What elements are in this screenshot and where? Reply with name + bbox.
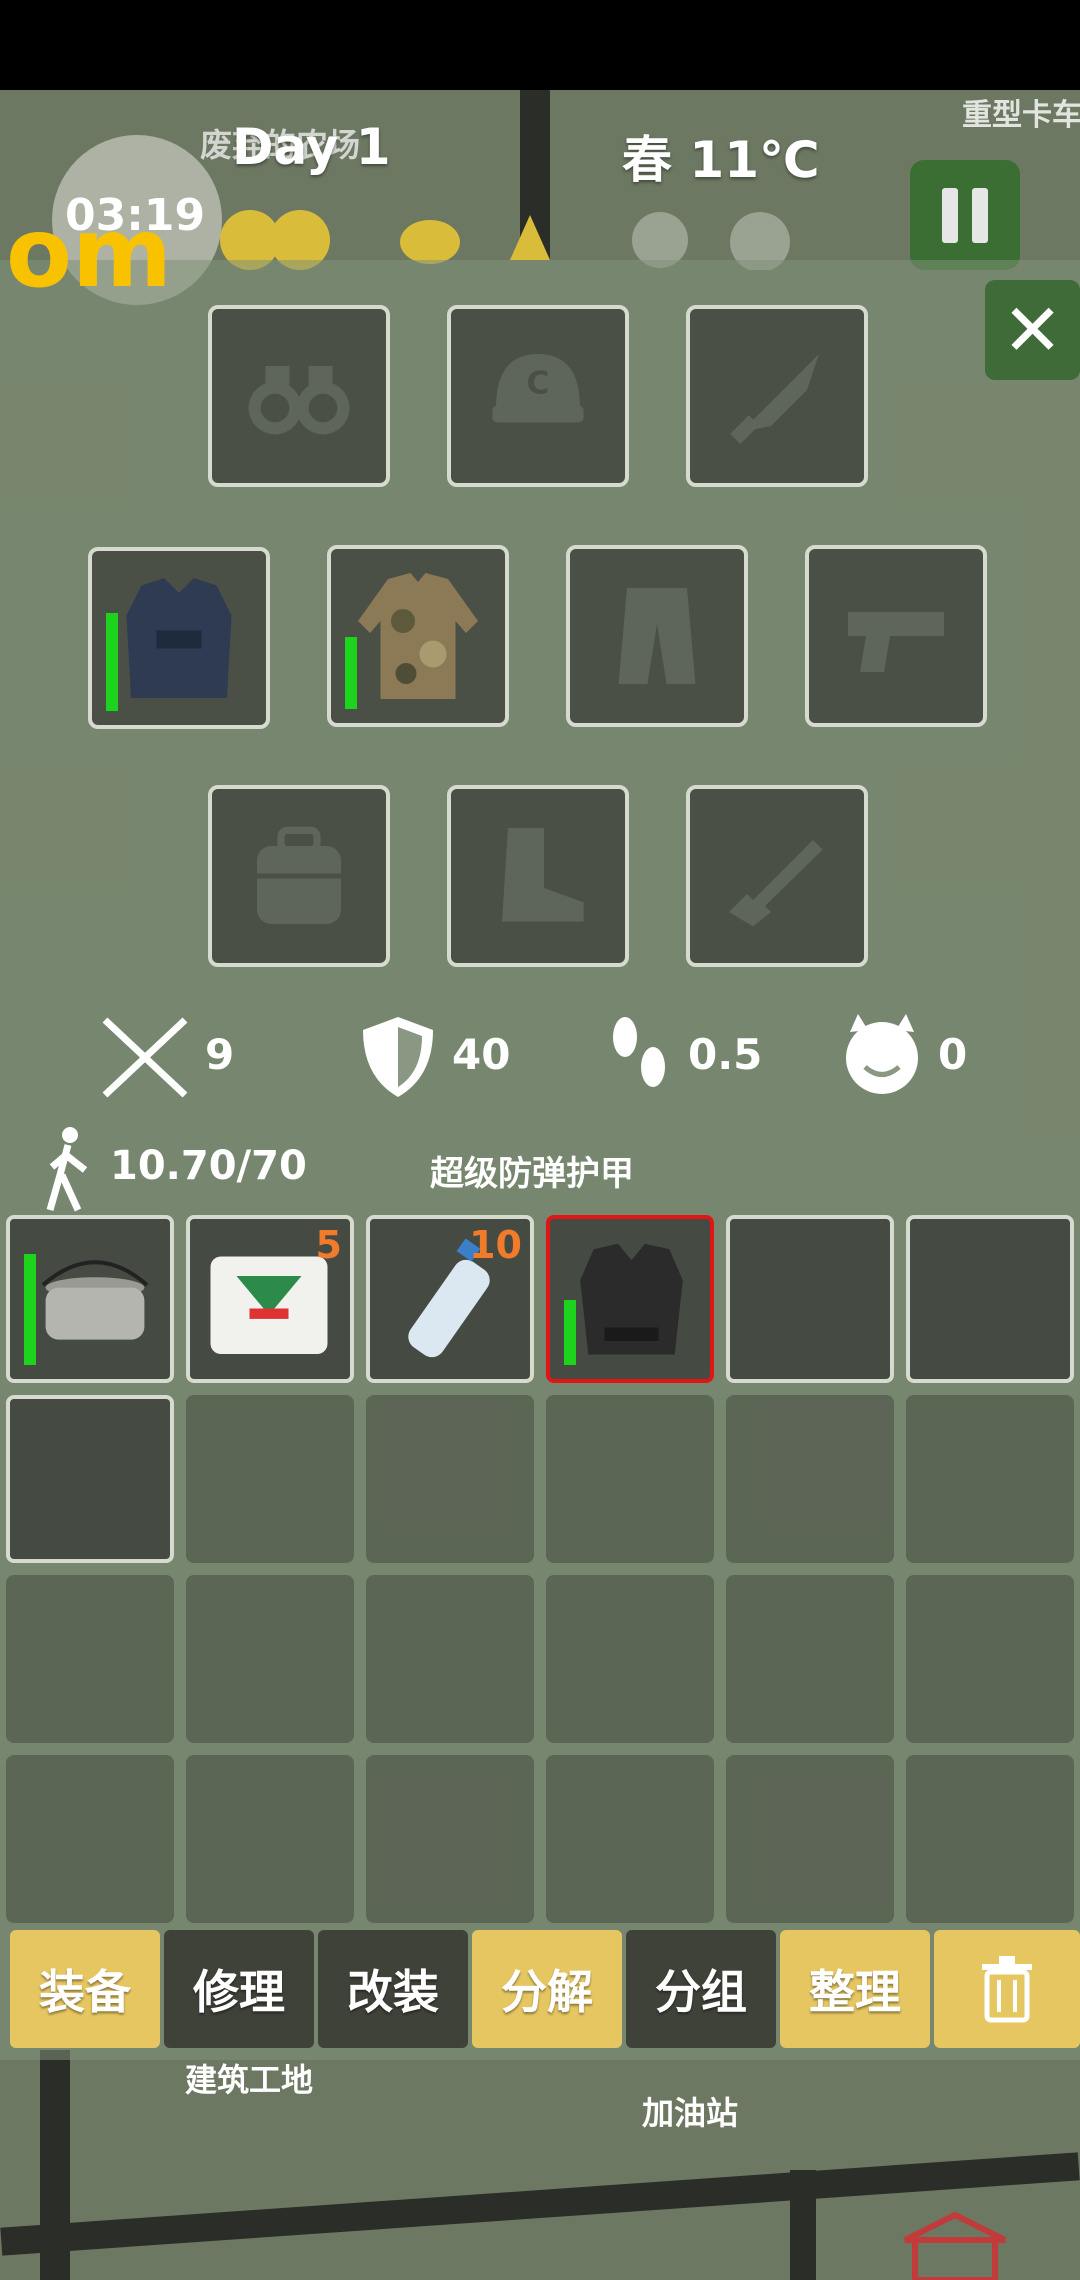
inventory-slot-locked [366, 1395, 534, 1563]
item-count: 5 [315, 1223, 342, 1267]
slot-rifle[interactable] [686, 785, 868, 967]
inventory-slot-locked [546, 1755, 714, 1923]
rifle-icon [729, 840, 823, 927]
inventory-slot-locked [906, 1755, 1074, 1923]
inventory-slot-empty[interactable] [726, 1215, 894, 1383]
item-count: 10 [469, 1223, 522, 1267]
durability-bar [106, 613, 118, 711]
inventory-slot-locked [366, 1755, 534, 1923]
attack-value: 9 [205, 1030, 235, 1079]
season-temperature: 春 11℃ [622, 131, 820, 189]
inventory-slot-locked [6, 1755, 174, 1923]
attack-icon [102, 1017, 188, 1098]
group-button[interactable]: 分组 [626, 1930, 776, 2048]
binoculars-icon [248, 366, 350, 435]
camo-jacket-icon [358, 573, 478, 699]
inventory-slot-locked [186, 1755, 354, 1923]
map-label-construction-site: 建筑工地 [185, 2061, 314, 2099]
durability-bar [564, 1300, 576, 1365]
slot-backpack[interactable] [208, 785, 390, 967]
equip-button[interactable]: 装备 [10, 1930, 160, 2048]
modify-button[interactable]: 改装 [318, 1930, 468, 2048]
speed-value: 0.5 [688, 1030, 763, 1079]
inventory-slot-locked [906, 1575, 1074, 1743]
inventory-slot-empty[interactable] [6, 1395, 174, 1563]
shield-icon [363, 1017, 433, 1097]
slot-knife[interactable] [686, 305, 868, 487]
inventory-slot-locked [186, 1395, 354, 1563]
slot-armor-vest[interactable] [88, 547, 270, 729]
energy-icon [510, 215, 550, 260]
action-bar: 装备 修理 改装 分解 分组 整理 [10, 1930, 1080, 2048]
trash-icon [982, 1956, 1032, 2023]
disassemble-button[interactable]: 分解 [472, 1930, 622, 2048]
inventory-slot-super-armor[interactable] [546, 1215, 714, 1383]
footprints-icon [613, 1017, 665, 1087]
sort-button[interactable]: 整理 [780, 1930, 930, 2048]
inventory-slot-locked [366, 1575, 534, 1743]
slot-camo-jacket[interactable] [327, 545, 509, 727]
devil-icon [846, 1014, 918, 1094]
status-bar [0, 0, 1080, 90]
defense-value: 40 [452, 1030, 511, 1079]
inventory-slot-locked [186, 1575, 354, 1743]
durability-bar [345, 637, 357, 709]
pants-icon [618, 588, 696, 684]
water-icon [400, 220, 460, 264]
pistol-icon [848, 612, 944, 672]
boots-icon [502, 828, 584, 922]
pause-icon-bar [972, 188, 988, 243]
inventory-slot-water[interactable]: 10 [366, 1215, 534, 1383]
slot-pistol[interactable] [805, 545, 987, 727]
evil-value: 0 [938, 1030, 968, 1079]
inventory-slot-locked [726, 1575, 894, 1743]
inventory-slot-locked [546, 1395, 714, 1563]
map-label-gas-station: 加油站 [642, 2094, 739, 2132]
armor-vest-icon [126, 578, 232, 698]
inventory-slot-locked [726, 1395, 894, 1563]
slot-pants[interactable] [566, 545, 748, 727]
slot-binoculars[interactable] [208, 305, 390, 487]
overlay-text: om [6, 197, 172, 309]
inventory-slot-locked [546, 1575, 714, 1743]
inventory-slot-biscuits[interactable]: 5 [186, 1215, 354, 1383]
day-label: Day 1 [232, 118, 391, 176]
inventory-slot-empty[interactable] [906, 1215, 1074, 1383]
walking-icon [46, 1127, 88, 1212]
repair-button[interactable]: 修理 [164, 1930, 314, 2048]
backpack-icon [257, 826, 341, 924]
inventory-slot-locked [6, 1575, 174, 1743]
slot-helmet[interactable]: C [447, 305, 629, 487]
knife-icon [730, 354, 819, 445]
super-armor-icon [580, 1243, 683, 1355]
inventory-slot-locked [726, 1755, 894, 1923]
cooking-pot-icon [41, 1260, 149, 1340]
svg-text:C: C [527, 366, 550, 402]
close-button[interactable]: ✕ [985, 280, 1080, 380]
slot-boots[interactable] [447, 785, 629, 967]
biscuits-icon [210, 1256, 328, 1354]
durability-bar [24, 1254, 36, 1365]
pause-icon [942, 188, 958, 243]
selected-item-name: 超级防弹护甲 [430, 1154, 634, 1194]
inventory-slot-cooking-pot[interactable] [6, 1215, 174, 1383]
building-icon [903, 2211, 1007, 2280]
weight-value: 10.70/70 [110, 1143, 307, 1189]
inventory-slot-locked [906, 1395, 1074, 1563]
map-label-truck: 重型卡车 [962, 98, 1080, 133]
pause-button[interactable] [910, 160, 1020, 270]
road [790, 2170, 816, 2280]
delete-button[interactable] [934, 1930, 1080, 2048]
helmet-icon: C [492, 354, 584, 423]
